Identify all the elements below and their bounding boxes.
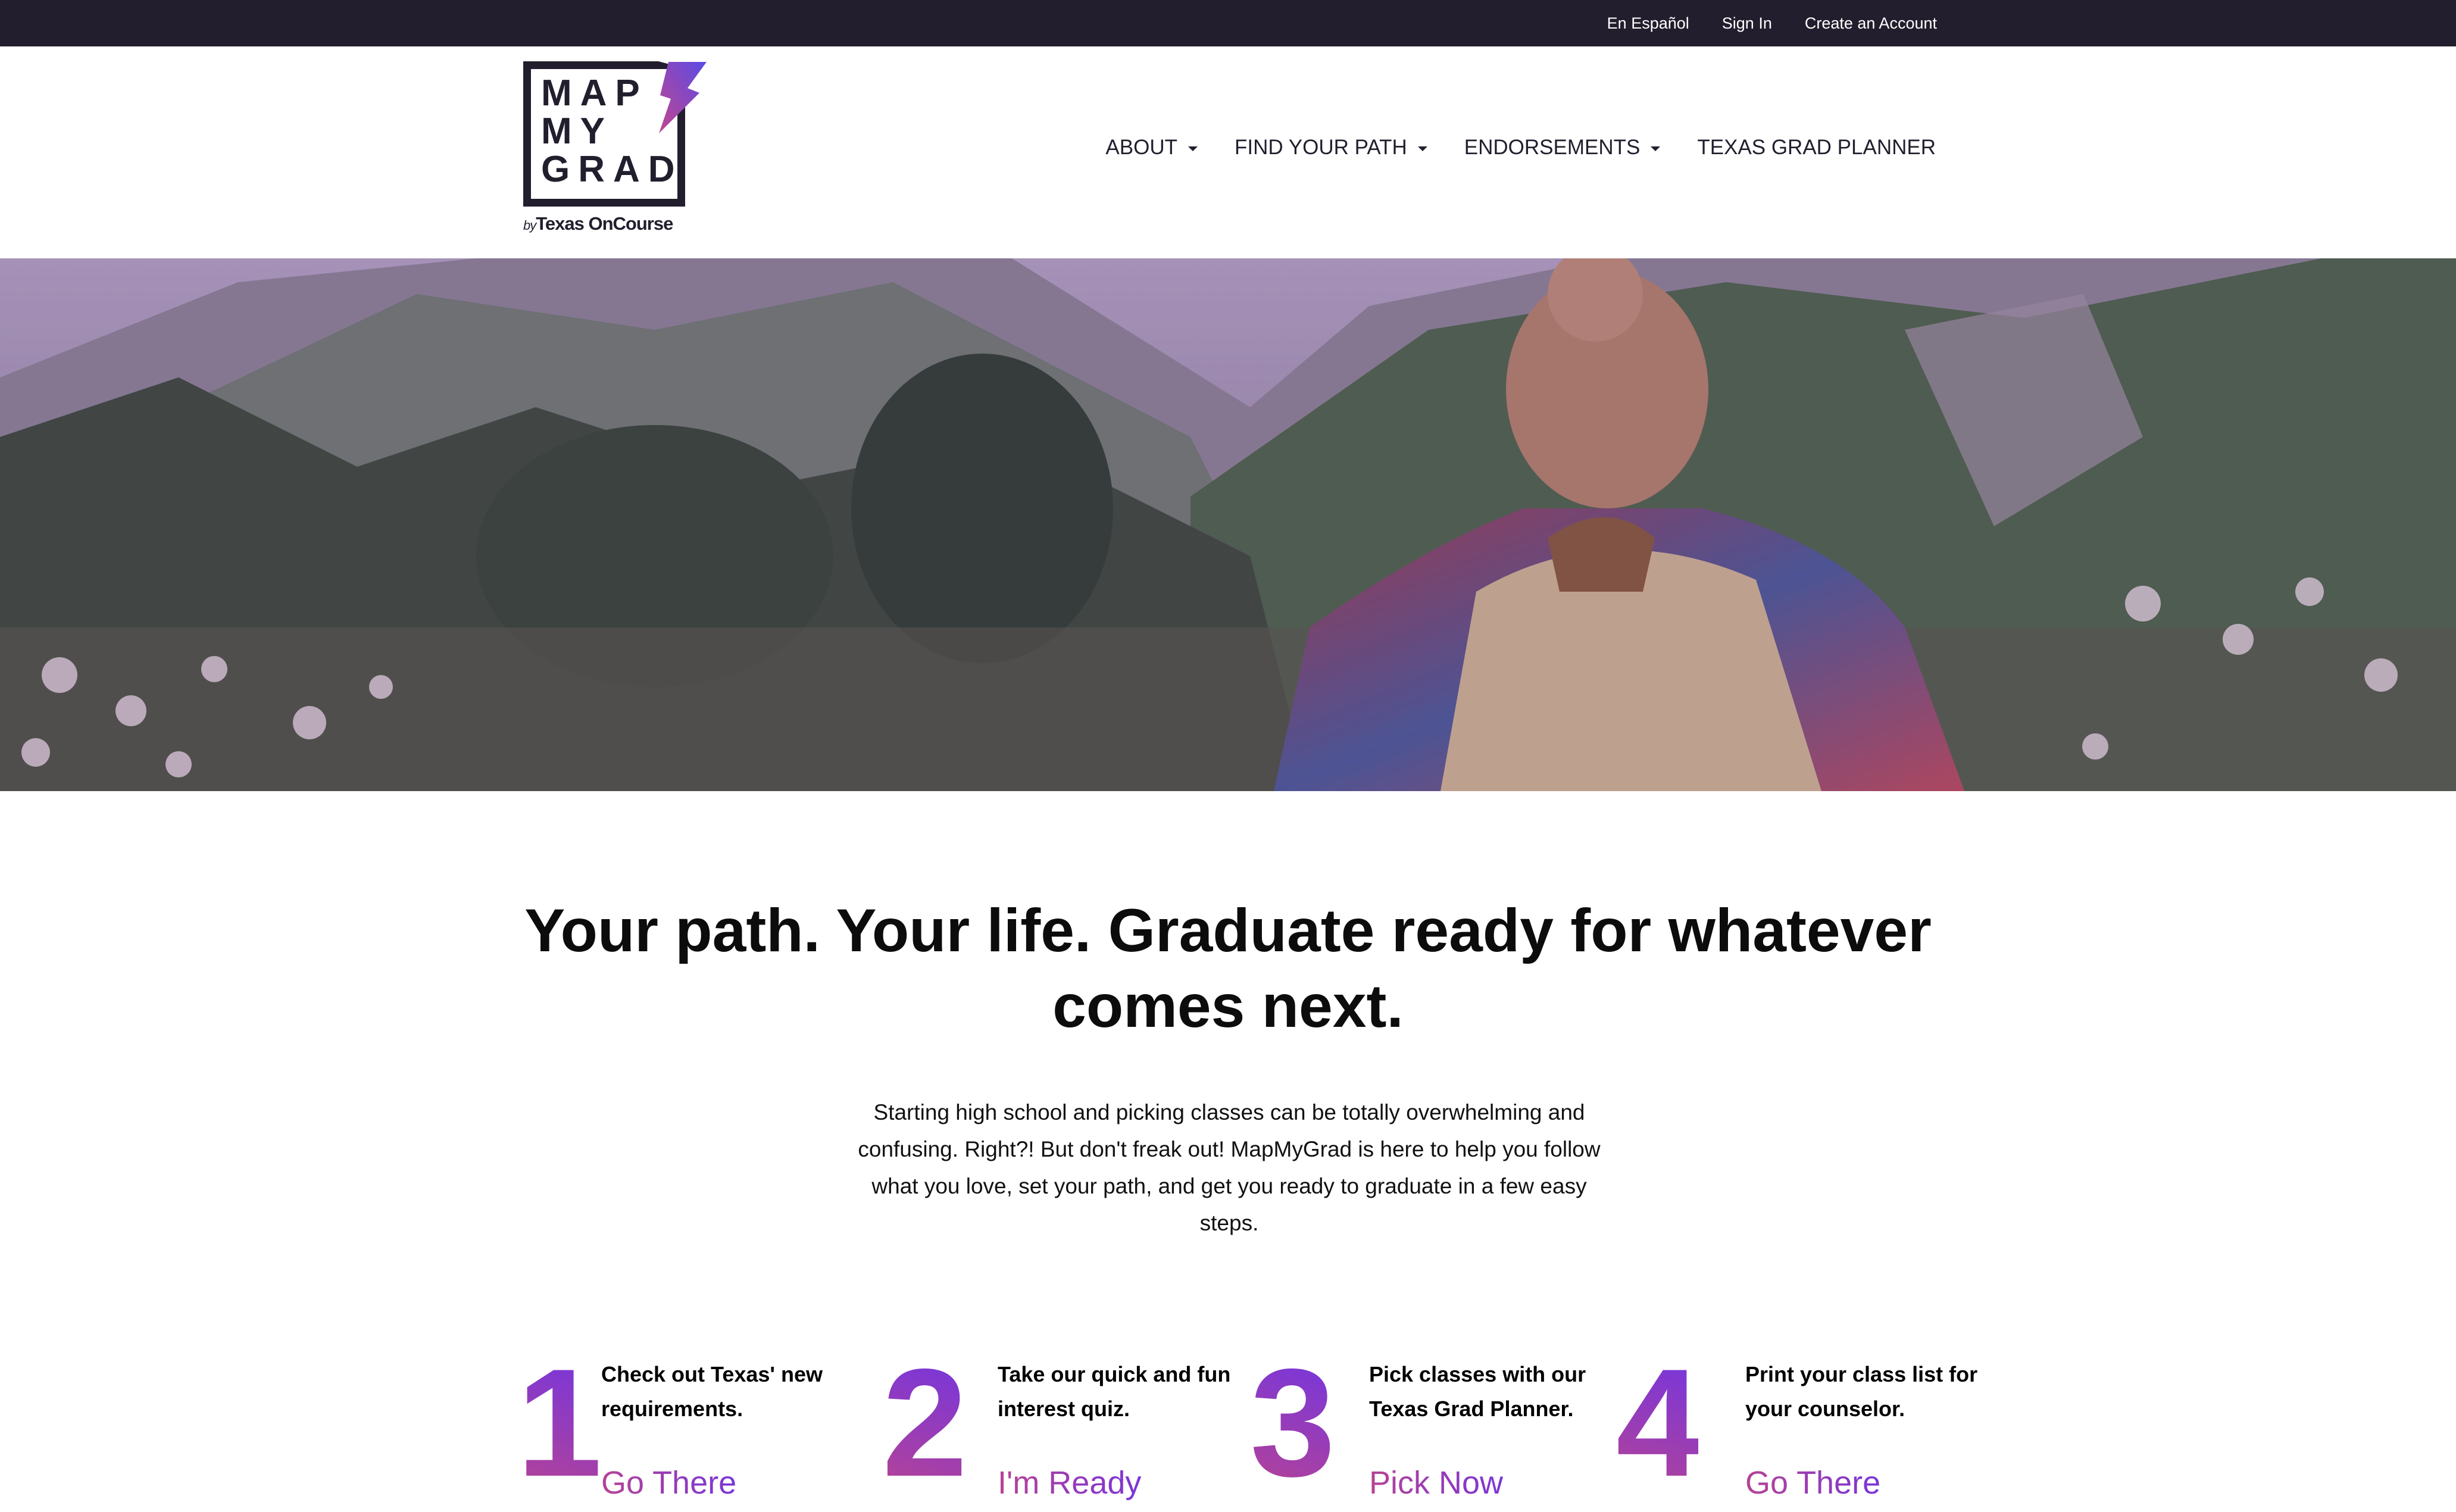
hero-image [0, 258, 2456, 791]
nav-label: FIND YOUR PATH [1235, 136, 1407, 159]
headline-line: comes next. [1052, 972, 1404, 1040]
step-number: 4 [1616, 1336, 1701, 1508]
go-there-link[interactable]: Go There [601, 1464, 736, 1501]
nav-texas-grad-planner[interactable]: TEXAS GRAD PLANNER [1697, 136, 1936, 160]
caret-down-icon [1417, 146, 1427, 151]
nav-label: ENDORSEMENTS [1464, 136, 1641, 159]
logo-line: MY [541, 111, 613, 152]
nav-label: TEXAS GRAD PLANNER [1697, 136, 1936, 159]
caret-down-icon [1651, 146, 1661, 151]
nav-endorsements[interactable]: ENDORSEMENTS [1464, 136, 1661, 160]
byline-by: by [523, 218, 536, 233]
step-number: 1 [517, 1336, 602, 1508]
nav-label: ABOUT [1105, 136, 1177, 159]
step-text: Pick classes with our Texas Grad Planner… [1369, 1362, 1586, 1421]
intro-paragraph: Starting high school and picking classes… [858, 1100, 1601, 1235]
byline-org: Texas OnCourse [536, 213, 673, 234]
step-text: Take our quick and fun interest quiz. [998, 1362, 1231, 1421]
headline-line: Your path. Your life. Graduate ready for… [524, 896, 1932, 964]
step-number: 2 [882, 1336, 967, 1508]
create-account-link[interactable]: Create an Account [1805, 14, 1937, 33]
nav-find-your-path[interactable]: FIND YOUR PATH [1235, 136, 1427, 160]
top-utility-bar: En Español Sign In Create an Account [0, 0, 2456, 46]
step-number: 3 [1250, 1336, 1335, 1508]
nav-about[interactable]: ABOUT [1105, 136, 1198, 160]
logo-line: MAP [541, 73, 648, 114]
step-text: Check out Texas' new requirements. [601, 1362, 823, 1421]
page-headline: Your path. Your life. Graduate ready for… [0, 893, 2456, 1044]
en-espanol-link[interactable]: En Español [1607, 14, 1689, 33]
go-there-link[interactable]: Go There [1745, 1464, 1880, 1501]
main-nav: ABOUT FIND YOUR PATH ENDORSEMENTS TEXAS … [1105, 136, 1936, 160]
mapmygrad-logo[interactable]: MAP MY GRAD byTexas OnCourse [523, 60, 720, 240]
step-text: Print your class list for your counselor… [1745, 1362, 1978, 1421]
caret-down-icon [1188, 146, 1198, 151]
sign-in-link[interactable]: Sign In [1722, 14, 1772, 33]
im-ready-link[interactable]: I'm Ready [998, 1464, 1141, 1501]
logo-wordmark: MAP MY GRAD [541, 74, 683, 189]
logo-line: GRAD [541, 149, 683, 190]
pick-now-link[interactable]: Pick Now [1369, 1464, 1503, 1501]
site-header: MAP MY GRAD byTexas OnCourse ABOUT FIND … [0, 46, 2456, 258]
logo-byline: byTexas OnCourse [523, 213, 673, 235]
